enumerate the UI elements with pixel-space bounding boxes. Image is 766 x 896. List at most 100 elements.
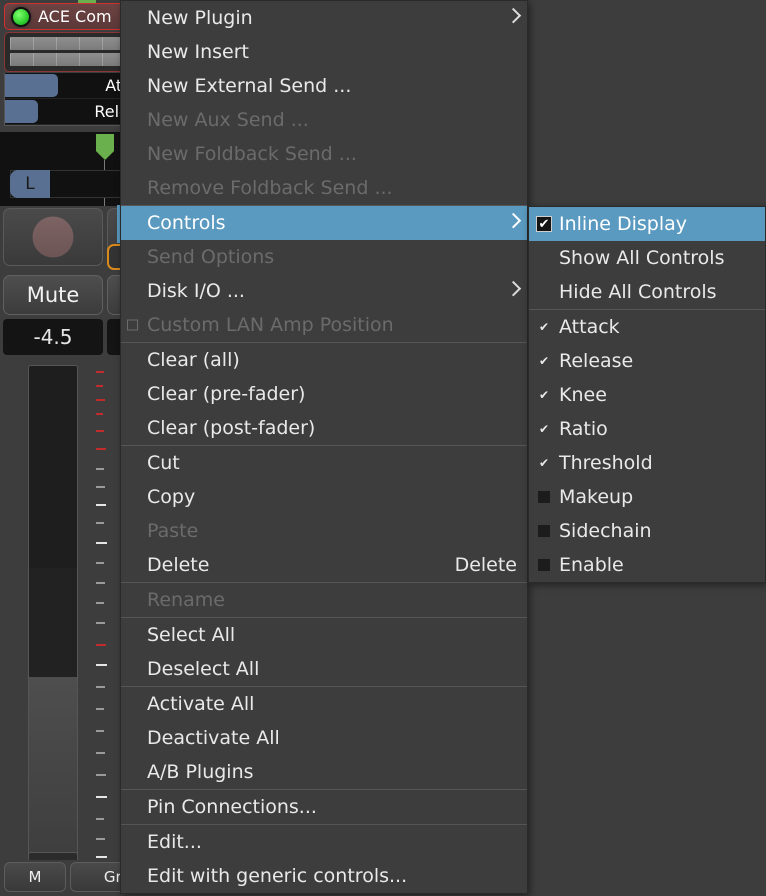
submenu-item-inline-display[interactable]: ✔ Inline Display <box>529 207 765 241</box>
meter-scale-tick <box>96 504 106 506</box>
trim-knob-button[interactable] <box>3 208 103 266</box>
menu-item-label: New Insert <box>147 41 249 63</box>
meter-scale-tick <box>96 622 105 624</box>
menu-item-new-foldback-send: New Foldback Send ... <box>121 137 527 171</box>
menu-item-label: New Plugin <box>147 7 253 29</box>
plugin-title: ACE Com <box>38 7 112 26</box>
submenu-item-label: Inline Display <box>559 213 688 235</box>
meter-scale-tick <box>96 730 104 732</box>
gain-value-display[interactable]: -4.5 <box>3 319 103 355</box>
menu-item-label: Deactivate All <box>147 727 280 749</box>
checkmark-icon[interactable]: ✔ <box>538 321 550 333</box>
submenu-item-threshold[interactable]: ✔ Threshold <box>529 446 765 480</box>
submenu-item-ratio[interactable]: ✔ Ratio <box>529 412 765 446</box>
checkmark-icon[interactable]: ✔ <box>538 355 550 367</box>
menu-item-label: Disk I/O ... <box>147 280 245 302</box>
submenu-item-attack[interactable]: ✔ Attack <box>529 310 765 344</box>
fader-bottom-cap <box>28 852 78 860</box>
submenu-item-label: Release <box>559 350 634 372</box>
menu-item-label: Deselect All <box>147 658 260 680</box>
submenu-item-show-all-controls[interactable]: Show All Controls <box>529 241 765 275</box>
menu-item-label: Rename <box>147 589 225 611</box>
meter-scale-tick <box>96 644 106 646</box>
menu-item-select-all[interactable]: Select All <box>121 618 527 652</box>
metering-button[interactable]: M <box>4 862 66 892</box>
submenu-item-label: Hide All Controls <box>559 281 717 303</box>
controls-submenu[interactable]: ✔ Inline Display Show All Controls Hide All… <box>528 206 766 583</box>
submenu-item-hide-all-controls[interactable]: Hide All Controls <box>529 275 765 309</box>
meter-scale-tick <box>96 686 105 688</box>
menu-item-a-b-plugins[interactable]: A/B Plugins <box>121 755 527 789</box>
release-slider-fill[interactable] <box>5 100 38 123</box>
checkbox-unchecked-icon[interactable] <box>538 559 550 571</box>
menu-item-label: Cut <box>147 452 180 474</box>
attack-slider-fill[interactable] <box>5 74 59 97</box>
menu-item-label: Pin Connections... <box>147 796 317 818</box>
submenu-item-label: Threshold <box>559 452 653 474</box>
menu-item-new-plugin[interactable]: New Plugin <box>121 1 527 35</box>
meter-scale-tick <box>96 752 105 754</box>
checkmark-icon[interactable]: ✔ <box>538 389 550 401</box>
menu-item-clear-post-fader[interactable]: Clear (post-fader) <box>121 411 527 445</box>
processor-context-menu[interactable]: New Plugin New Insert New External Send ..… <box>120 0 528 894</box>
checkmark-icon[interactable]: ✔ <box>538 457 550 469</box>
menu-item-deselect-all[interactable]: Deselect All <box>121 652 527 686</box>
checkbox-unchecked-icon[interactable] <box>538 491 550 503</box>
menu-item-label: Custom LAN Amp Position <box>147 314 394 336</box>
meter-scale-tick <box>96 486 105 488</box>
pan-handle-left[interactable]: L <box>10 170 50 198</box>
fader-handle[interactable] <box>29 676 77 859</box>
menu-item-edit-with-generic-controls[interactable]: Edit with generic controls... <box>121 859 527 893</box>
menu-item-edit[interactable]: Edit... <box>121 825 527 859</box>
menu-item-delete[interactable]: Delete Delete <box>121 548 527 582</box>
meter-scale-tick <box>96 664 107 666</box>
menu-item-controls[interactable]: Controls <box>121 206 527 240</box>
submenu-item-label: Makeup <box>559 486 634 508</box>
menu-item-shortcut: Delete <box>454 554 517 576</box>
menu-item-activate-all[interactable]: Activate All <box>121 687 527 721</box>
submenu-item-label: Ratio <box>559 418 608 440</box>
trim-knob-icon[interactable] <box>32 216 74 258</box>
submenu-item-makeup[interactable]: Makeup <box>529 480 765 514</box>
meter-scale-tick <box>96 522 104 524</box>
mute-button[interactable]: Mute <box>3 275 103 315</box>
menu-item-deactivate-all[interactable]: Deactivate All <box>121 721 527 755</box>
menu-item-new-external-send[interactable]: New External Send ... <box>121 69 527 103</box>
menu-item-label: Edit... <box>147 831 202 853</box>
meter-scale-tick <box>96 448 106 450</box>
menu-item-remove-foldback-send: Remove Foldback Send ... <box>121 171 527 205</box>
meter-scale-tick <box>96 399 105 401</box>
submenu-item-sidechain[interactable]: Sidechain <box>529 514 765 548</box>
menu-item-disk-i-o[interactable]: Disk I/O ... <box>121 274 527 308</box>
menu-item-label: Delete <box>147 554 210 576</box>
menu-item-cut[interactable]: Cut <box>121 446 527 480</box>
plugin-power-led-icon[interactable] <box>11 6 31 27</box>
menu-item-label: Activate All <box>147 693 255 715</box>
menu-item-rename: Rename <box>121 583 527 617</box>
checkbox-unchecked-icon[interactable] <box>538 525 550 537</box>
submenu-item-label: Enable <box>559 554 624 576</box>
pan-position-marker-icon[interactable] <box>96 134 114 160</box>
menu-item-label: Controls <box>147 212 226 234</box>
menu-item-paste: Paste <box>121 514 527 548</box>
meter-scale-tick <box>96 602 104 604</box>
meter-scale-tick <box>96 708 104 710</box>
menu-item-clear-pre-fader[interactable]: Clear (pre-fader) <box>121 377 527 411</box>
meter-scale-tick <box>96 468 104 470</box>
menu-item-copy[interactable]: Copy <box>121 480 527 514</box>
checkmark-icon[interactable]: ✔ <box>538 423 550 435</box>
menu-item-label: Paste <box>147 520 199 542</box>
menu-item-new-insert[interactable]: New Insert <box>121 35 527 69</box>
meter-scale-tick <box>96 542 107 544</box>
menu-item-pin-connections[interactable]: Pin Connections... <box>121 790 527 824</box>
submenu-item-enable[interactable]: Enable <box>529 548 765 582</box>
submenu-item-knee[interactable]: ✔ Knee <box>529 378 765 412</box>
meter-scale-tick <box>96 796 107 798</box>
submenu-item-release[interactable]: ✔ Release <box>529 344 765 378</box>
meter-scale-tick <box>96 385 103 387</box>
gain-fader[interactable] <box>28 365 78 860</box>
menu-item-label: New Foldback Send ... <box>147 143 357 165</box>
checkbox-checked-icon[interactable]: ✔ <box>536 216 552 232</box>
menu-item-clear-all[interactable]: Clear (all) <box>121 343 527 377</box>
menu-item-label: Remove Foldback Send ... <box>147 177 393 199</box>
